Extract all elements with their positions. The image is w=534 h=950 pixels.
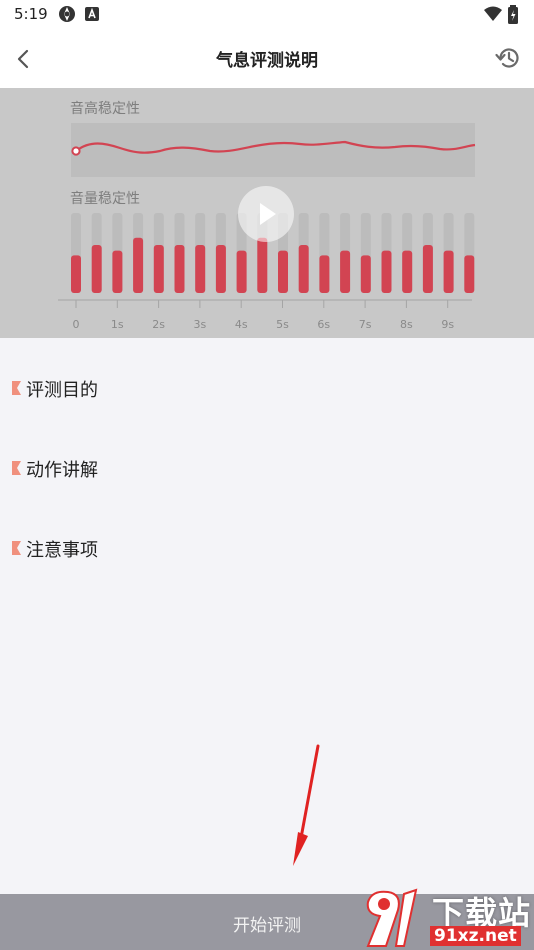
volume-bar [215, 245, 226, 293]
status-bar: 5:19 [0, 0, 534, 28]
status-time: 5:19 [14, 5, 48, 23]
volume-bar [298, 245, 309, 293]
section-label: 评测目的 [26, 380, 98, 401]
history-icon [495, 48, 519, 68]
volume-bar [443, 250, 454, 293]
volume-bar [340, 250, 351, 293]
battery-icon [507, 5, 519, 24]
volume-bar [112, 250, 123, 293]
volume-bar [278, 250, 288, 293]
volume-bar [174, 245, 185, 293]
time-tick-label: 0 [73, 318, 80, 331]
volume-bar [422, 245, 433, 293]
video-preview[interactable]: 音高稳定性 音量稳定性 0 1s 2s 3s 4s 5s 6s 7s 8s 9s [0, 88, 534, 338]
flag-icon [12, 461, 21, 475]
watermark-url: 91xz.net [430, 926, 521, 946]
volume-bar [153, 245, 164, 293]
time-tick-label: 2s [152, 318, 165, 331]
time-tick-label: 7s [359, 318, 372, 331]
volume-bar [71, 255, 81, 293]
pitch-track-background [71, 123, 475, 177]
lens-icon [58, 5, 76, 23]
time-tick-label: 1s [111, 318, 124, 331]
section-label: 动作讲解 [26, 460, 98, 481]
volume-bar [133, 237, 144, 293]
play-button[interactable] [238, 186, 294, 242]
volume-bar [91, 245, 102, 293]
flag-icon [12, 381, 21, 395]
time-tick-label: 6s [317, 318, 330, 331]
pitch-start-point [71, 146, 81, 156]
a-box-icon [84, 5, 100, 23]
history-button[interactable] [492, 42, 524, 74]
watermark-logo [366, 888, 418, 947]
time-tick-label: 8s [400, 318, 413, 331]
play-icon [260, 203, 276, 225]
section-label: 注意事项 [26, 540, 98, 561]
page-title: 气息评测说明 [216, 51, 318, 71]
time-tick-label: 5s [276, 318, 289, 331]
volume-bar [360, 255, 371, 293]
volume-bar [319, 255, 330, 293]
wifi-icon [483, 5, 503, 23]
volume-bar [195, 245, 206, 293]
volume-bar [402, 250, 413, 293]
time-tick-label: 4s [235, 318, 248, 331]
volume-bar [236, 250, 247, 293]
volume-bar [381, 250, 392, 293]
volume-bar [257, 237, 268, 293]
app-bar: 气息评测说明 [0, 28, 534, 88]
time-tick-label: 3s [194, 318, 207, 331]
time-tick-label: 9s [441, 318, 454, 331]
watermark: 下载站 91xz.net [360, 886, 534, 950]
flag-icon [12, 541, 21, 555]
volume-bar [464, 255, 475, 293]
time-axis-ticks: 0 1s 2s 3s 4s 5s 6s 7s 8s 9s [73, 300, 454, 331]
